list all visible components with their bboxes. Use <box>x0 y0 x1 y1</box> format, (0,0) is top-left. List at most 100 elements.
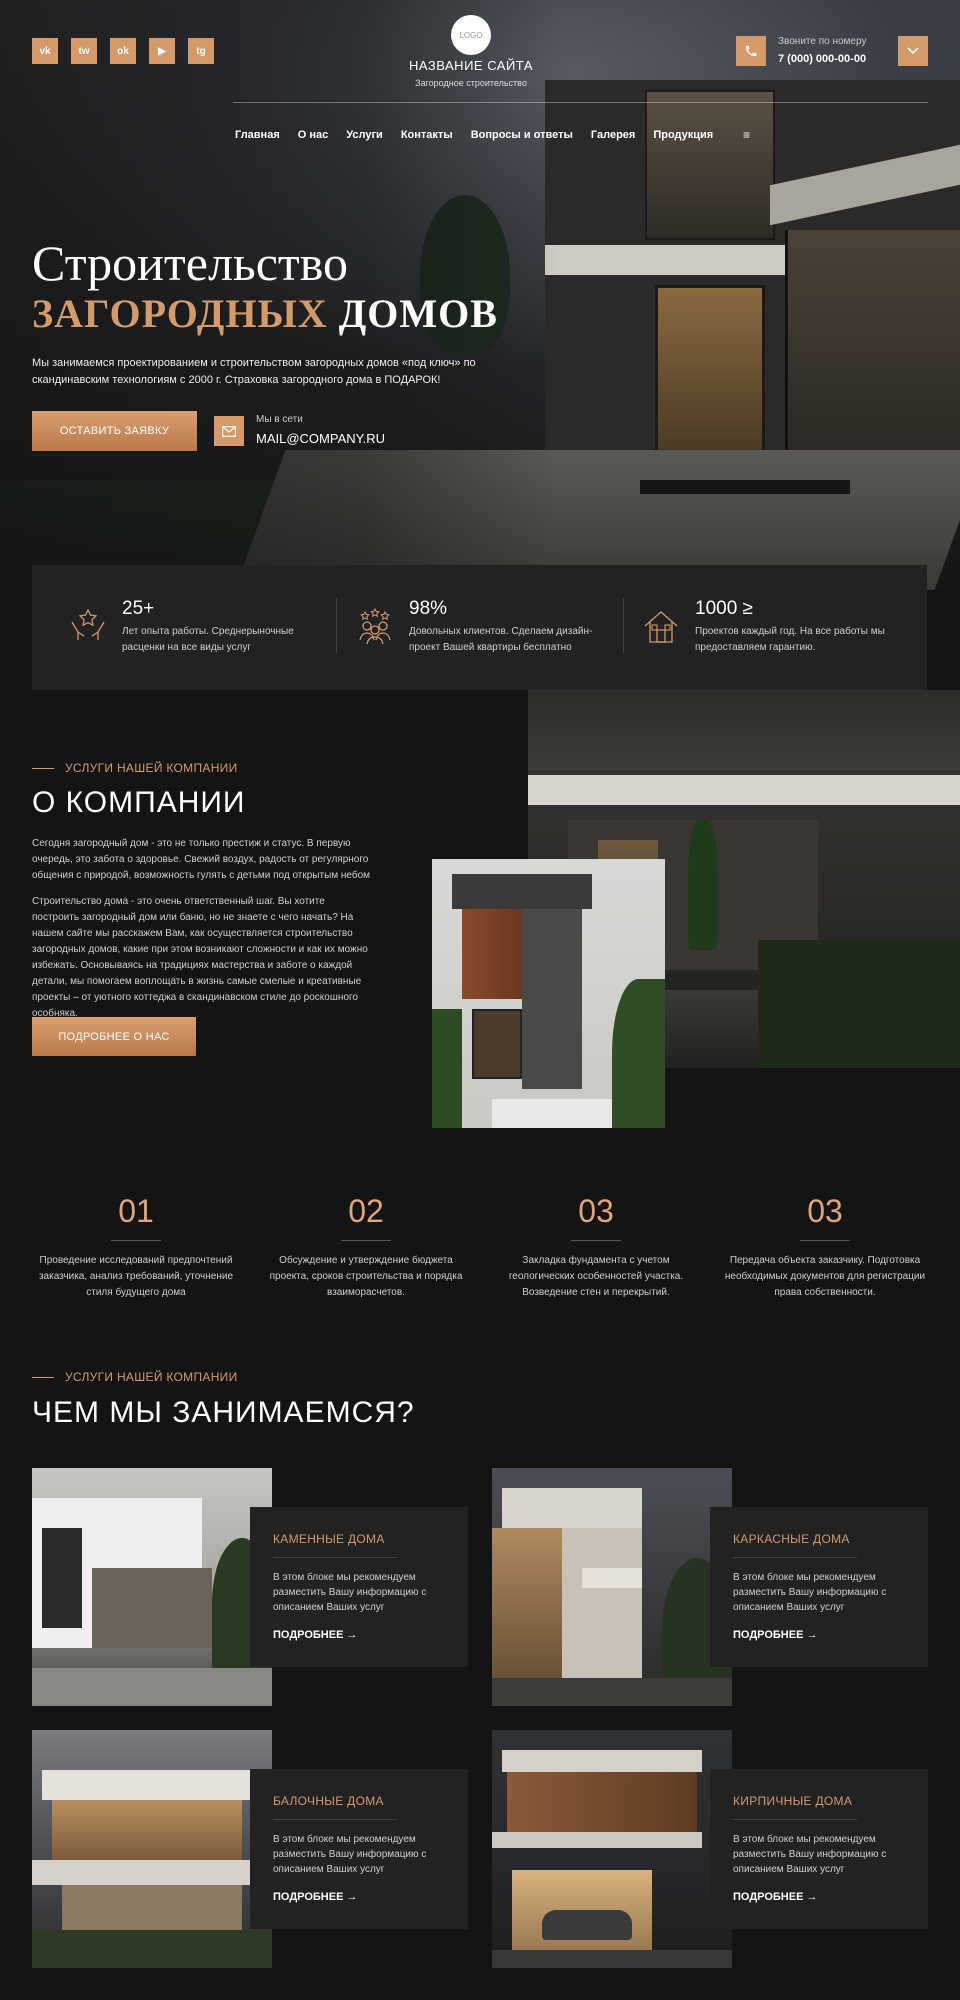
service-title: КИРПИЧНЫЕ ДОМА <box>733 1794 853 1808</box>
nav-item-about[interactable]: О нас <box>298 129 329 141</box>
photo-tree <box>432 1009 462 1128</box>
service-text: В этом блоке мы рекомендуем разместить В… <box>273 1572 427 1613</box>
photo-lit-window <box>52 1800 242 1860</box>
stat-text: Проектов каждый год. На все работы мы пр… <box>695 626 885 653</box>
menu-icon[interactable]: ≡ <box>743 128 750 142</box>
photo-path <box>32 1668 272 1706</box>
site-subtitle: Загородное строительство <box>415 78 527 88</box>
beam-house-photo <box>32 1730 272 1968</box>
house-window <box>645 90 775 240</box>
step-divider <box>341 1240 391 1241</box>
stat-text: Лет опыта работы. Среднерыночные расценк… <box>122 626 294 653</box>
photo-window <box>472 1009 522 1079</box>
stat-value: 98% <box>409 598 448 619</box>
site-title: НАЗВАНИЕ САЙТА <box>409 58 533 73</box>
step-divider <box>571 1240 621 1241</box>
service-text: В этом блоке мы рекомендуем разместить В… <box>733 1572 887 1613</box>
frame-house-photo <box>492 1468 732 1706</box>
stone-house-photo <box>32 1468 272 1706</box>
about-title: О КОМПАНИИ <box>32 786 246 819</box>
twitter-icon[interactable]: tw <box>71 38 97 64</box>
photo-concrete-facade <box>522 909 582 1089</box>
service-card-beam: БАЛОЧНЫЕ ДОМА В этом блоке мы рекомендуе… <box>250 1769 468 1929</box>
step-number: 03 <box>578 1193 614 1229</box>
services-eyebrow: УСЛУГИ НАШЕЙ КОМПАНИИ <box>65 1370 238 1384</box>
stat-value: 1000 ≥ <box>695 598 753 619</box>
house-icon <box>644 611 678 643</box>
logo[interactable]: LOGO <box>451 15 491 55</box>
chevron-down-icon[interactable] <box>898 36 928 66</box>
service-more-link[interactable]: ПОДРОБНЕЕ → <box>733 1891 817 1903</box>
nav-item-faq[interactable]: Вопросы и ответы <box>471 129 573 141</box>
photo-path <box>492 1678 732 1706</box>
phone-icon[interactable] <box>736 36 766 66</box>
service-title: БАЛОЧНЫЕ ДОМА <box>273 1794 384 1808</box>
youtube-icon[interactable]: ▶ <box>149 38 175 64</box>
nav-item-contacts[interactable]: Контакты <box>401 129 453 141</box>
hands-star-icon <box>71 608 105 640</box>
photo-steps <box>492 1099 612 1128</box>
photo-slab <box>528 775 960 805</box>
about-eyebrow: УСЛУГИ НАШЕЙ КОМПАНИИ <box>65 761 238 775</box>
photo-window <box>42 1528 82 1628</box>
leave-request-button[interactable]: ОСТАВИТЬ ЗАЯВКУ <box>32 411 197 451</box>
photo-garden <box>758 940 960 1068</box>
mail-address[interactable]: MAIL@COMPANY.RU <box>256 431 385 446</box>
about-photo-small <box>432 859 665 1128</box>
step-divider <box>111 1240 161 1241</box>
step-number: 02 <box>348 1193 384 1229</box>
photo-tree <box>612 979 665 1128</box>
step-text: Обсуждение и утверждение бюджета проекта… <box>269 1255 463 1298</box>
photo-lawn <box>32 1930 272 1968</box>
step-number: 01 <box>118 1193 154 1229</box>
odnoklassniki-icon[interactable]: ok <box>110 38 136 64</box>
service-title: КАРКАСНЫЕ ДОМА <box>733 1532 850 1546</box>
about-paragraph-1: Сегодня загородный дом - это не только п… <box>32 838 371 881</box>
service-divider <box>733 1819 857 1820</box>
photo-facade <box>562 1528 642 1678</box>
telegram-icon[interactable]: tg <box>188 38 214 64</box>
step-divider <box>800 1240 850 1241</box>
about-paragraph-2: Строительство дома - это очень ответстве… <box>32 896 368 1019</box>
about-more-button[interactable]: ПОДРОБНЕЕ О НАС <box>32 1017 196 1056</box>
mail-label: Мы в сети <box>256 414 303 425</box>
photo-driveway <box>492 1950 732 1968</box>
service-title: КАМЕННЫЕ ДОМА <box>273 1532 385 1546</box>
photo-wood-facade <box>507 1772 697 1832</box>
photo-balcony <box>582 1568 642 1588</box>
service-more-link[interactable]: ПОДРОБНЕЕ → <box>733 1629 817 1641</box>
phone-label: Звоните по номеру <box>778 36 867 47</box>
stat-divider <box>623 598 624 653</box>
service-divider <box>273 1819 397 1820</box>
nav-item-home[interactable]: Главная <box>235 129 280 141</box>
service-text: В этом блоке мы рекомендуем разместить В… <box>733 1834 887 1875</box>
mail-icon[interactable] <box>214 416 244 446</box>
photo-roof <box>452 874 592 909</box>
hero-title-line2: ЗАГОРОДНЫХ ДОМОВ <box>32 290 498 338</box>
nav-item-services[interactable]: Услуги <box>346 129 383 141</box>
service-divider <box>273 1557 397 1558</box>
phone-number[interactable]: 7 (000) 000-00-00 <box>778 53 866 65</box>
photo-upper <box>528 690 960 770</box>
photo-stone-wall <box>92 1568 212 1648</box>
nav-item-products[interactable]: Продукция <box>653 129 713 141</box>
brick-house-photo <box>492 1730 732 1968</box>
hero-title-accent: ЗАГОРОДНЫХ <box>32 291 328 336</box>
step-text: Проведение исследований предпочтений зак… <box>38 1255 234 1298</box>
sun-lounger <box>640 480 850 494</box>
photo-slab <box>492 1832 702 1848</box>
vk-icon[interactable]: vk <box>32 38 58 64</box>
nav-item-gallery[interactable]: Галерея <box>591 129 635 141</box>
service-more-link[interactable]: ПОДРОБНЕЕ → <box>273 1629 357 1641</box>
hero-title-rest: ДОМОВ <box>338 291 498 336</box>
services-title: ЧЕМ МЫ ЗАНИМАЕМСЯ? <box>32 1396 415 1429</box>
photo-roof <box>502 1750 702 1772</box>
house-door <box>655 285 765 455</box>
people-stars-icon <box>359 607 391 645</box>
header-divider <box>233 102 928 103</box>
photo-tree <box>688 820 718 950</box>
photo-roof <box>42 1770 252 1800</box>
photo-wood-facade <box>462 909 522 999</box>
service-more-link[interactable]: ПОДРОБНЕЕ → <box>273 1891 357 1903</box>
service-text: В этом блоке мы рекомендуем разместить В… <box>273 1834 427 1875</box>
